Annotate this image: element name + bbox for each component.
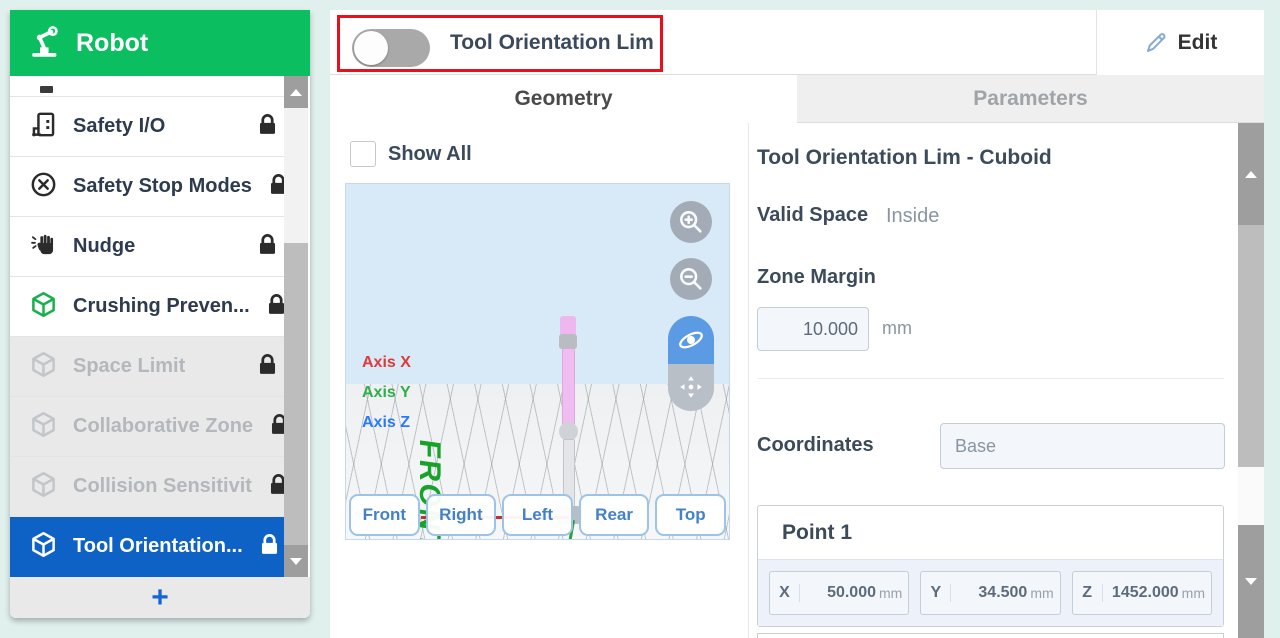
sidebar-item-label: Safety I/O	[73, 115, 241, 138]
scroll-up-button[interactable]	[1238, 123, 1264, 225]
toggle-knob	[354, 31, 388, 65]
cube-icon	[30, 531, 57, 563]
pencil-icon	[1144, 31, 1168, 55]
lock-icon	[257, 233, 278, 261]
zone-title: Tool Orientation Lim - Cuboid	[757, 146, 1052, 170]
zoom-in-button[interactable]	[670, 201, 712, 243]
lock-icon	[257, 353, 278, 381]
safety-io-icon	[30, 111, 57, 143]
sidebar-item-safety-io[interactable]: Safety I/O	[10, 97, 284, 157]
sidebar-item-label: Nudge	[73, 235, 241, 258]
scrollbar-thumb[interactable]	[1238, 225, 1264, 467]
coordinates-input[interactable]: Base	[940, 423, 1225, 469]
zoom-out-button[interactable]	[670, 258, 712, 300]
sidebar-item-label: Collaborative Zone	[73, 415, 253, 438]
scroll-down-button[interactable]	[1238, 525, 1264, 638]
tool-orientation-toggle[interactable]	[352, 29, 430, 67]
section-divider	[757, 378, 1224, 379]
axis-letter: X	[770, 584, 800, 602]
robot-arm	[560, 316, 576, 336]
robot-settings-screen: Robot Safety I/O	[0, 0, 1280, 638]
sidebar-item-collaborative-zone[interactable]: Collaborative Zone	[10, 397, 284, 457]
scroll-up-button[interactable]	[284, 76, 308, 108]
cube-icon	[30, 411, 57, 443]
view-rear-button[interactable]: Rear	[579, 494, 650, 536]
toggle-label: Tool Orientation Lim	[450, 10, 654, 75]
add-zone-button[interactable]: +	[10, 577, 310, 618]
sidebar-header: Robot	[10, 10, 310, 76]
cube-icon	[30, 291, 57, 323]
robot-3d-viewport[interactable]: FRONT Axis X Axis Y Axis Z	[345, 183, 730, 540]
cube-icon	[30, 351, 57, 383]
point-z-input[interactable]: Z 1452.000 mm	[1072, 571, 1212, 615]
zone-margin-input[interactable]: 10.000	[757, 307, 869, 351]
valid-space-label: Valid Space	[757, 204, 868, 227]
view-right-button[interactable]: Right	[426, 494, 497, 536]
show-all-label: Show All	[388, 143, 472, 166]
point-x-input[interactable]: X 50.000 mm	[769, 571, 909, 615]
sidebar-scrollbar[interactable]	[284, 76, 308, 577]
view-buttons-row: Front Right Left Rear Top	[349, 494, 726, 536]
cube-icon	[30, 471, 57, 503]
view-mode-pill	[668, 316, 714, 411]
scroll-down-button[interactable]	[284, 545, 308, 577]
content-divider	[748, 123, 749, 638]
view-top-button[interactable]: Top	[655, 494, 726, 536]
sidebar-item-label: Crushing Preven...	[73, 295, 250, 318]
point-y-input[interactable]: Y 34.500 mm	[920, 571, 1060, 615]
lock-icon	[259, 533, 280, 561]
point-1-fields: X 50.000 mm Y 34.500 mm Z 1452.000 mm	[758, 560, 1223, 626]
show-all-checkbox[interactable]	[350, 141, 376, 167]
point-1-card: Point 1 X 50.000 mm Y 34.500 mm Z 1452.0…	[757, 505, 1224, 627]
valid-space-value: Inside	[886, 205, 939, 228]
axis-x-label: Axis X	[362, 354, 411, 372]
sidebar-item-safety-stop-modes[interactable]: Safety Stop Modes	[10, 157, 284, 217]
hand-icon	[30, 231, 57, 263]
edit-button[interactable]: Edit	[1097, 10, 1264, 75]
lock-icon	[257, 113, 278, 141]
sidebar-item-label: Tool Orientation...	[73, 535, 243, 558]
point-1-title: Point 1	[758, 506, 1223, 560]
axis-letter: Z	[1073, 584, 1103, 602]
robot-arm-icon	[28, 24, 62, 63]
axis-letter: Y	[921, 584, 951, 602]
sidebar-item-collision-sensitivity[interactable]: Collision Sensitivit	[10, 457, 284, 517]
coordinates-label: Coordinates	[757, 434, 874, 457]
sidebar-item-nudge[interactable]: Nudge	[10, 217, 284, 277]
sidebar-title: Robot	[76, 29, 148, 58]
zone-margin-unit: mm	[882, 318, 912, 339]
zone-margin-label: Zone Margin	[757, 266, 876, 289]
sidebar-item-label: Safety Stop Modes	[73, 175, 252, 198]
pan-button[interactable]	[668, 364, 714, 412]
edit-label: Edit	[1178, 31, 1218, 55]
tab-geometry[interactable]: Geometry	[330, 75, 797, 123]
view-left-button[interactable]: Left	[502, 494, 573, 536]
tab-parameters[interactable]: Parameters	[797, 75, 1264, 123]
sidebar-partial-row	[10, 76, 284, 97]
view-front-button[interactable]: Front	[349, 494, 420, 536]
sidebar-item-label: Space Limit	[73, 355, 241, 378]
axis-z-label: Axis Z	[362, 414, 410, 432]
axis-y-label: Axis Y	[362, 384, 411, 402]
parameters-scrollbar[interactable]	[1238, 123, 1264, 638]
stop-icon	[30, 171, 57, 203]
sidebar-item-space-limit[interactable]: Space Limit	[10, 337, 284, 397]
sidebar-item-crushing-prevention[interactable]: Crushing Preven...	[10, 277, 284, 337]
point-2-card-edge	[757, 633, 1224, 638]
sidebar: Robot Safety I/O	[10, 10, 310, 618]
sidebar-item-tool-orientation[interactable]: Tool Orientation...	[10, 517, 284, 577]
sidebar-item-label: Collision Sensitivit	[73, 475, 252, 498]
orbit-button[interactable]	[668, 316, 714, 364]
scrollbar-thumb[interactable]	[284, 243, 308, 545]
